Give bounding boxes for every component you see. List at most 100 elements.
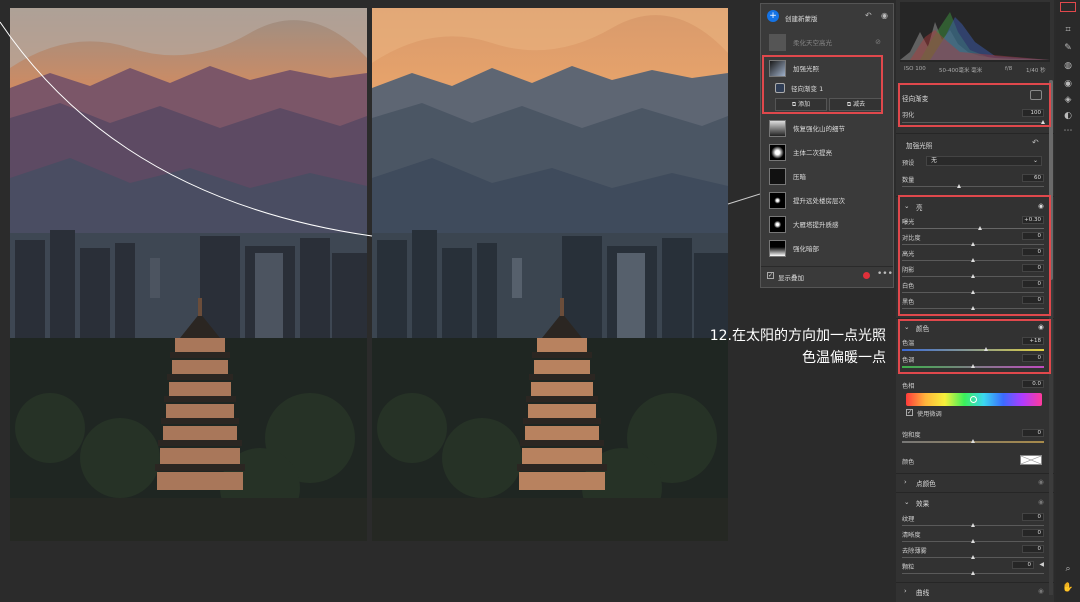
- eye-icon[interactable]: ◉: [881, 11, 888, 20]
- clarity-row: 清晰度 0: [902, 529, 1044, 539]
- amount-row: 数量 60: [902, 174, 1044, 184]
- preset-select[interactable]: 无 ⌄: [926, 156, 1042, 166]
- grain-slider[interactable]: [902, 571, 1044, 575]
- mask-layer-label: 大雁塔提升质感: [793, 221, 839, 229]
- masking-icon[interactable]: ◍: [1062, 60, 1074, 72]
- eye-icon[interactable]: ◉: [1038, 478, 1044, 486]
- slider-knob[interactable]: [971, 539, 975, 543]
- hue-row: 色相 0.0: [902, 380, 1044, 390]
- triangle-icon[interactable]: ◀: [1039, 561, 1044, 568]
- more-icon[interactable]: ⋯: [1062, 125, 1074, 137]
- texture-slider[interactable]: [902, 523, 1044, 527]
- overlay-color-swatch[interactable]: [863, 272, 870, 279]
- mask-thumbnail: [769, 143, 786, 161]
- mask-layer-item[interactable]: 柔化天空高光 ⊘: [763, 31, 891, 53]
- mask-layer-label: 柔化天空高光: [793, 39, 832, 47]
- mask-thumbnail: [769, 119, 786, 137]
- color-label: 颜色: [902, 459, 915, 466]
- snapshot-icon[interactable]: ◐: [1062, 110, 1074, 122]
- hue-label: 色相: [902, 383, 915, 390]
- saturation-slider[interactable]: [902, 439, 1044, 443]
- slider-knob[interactable]: [971, 571, 975, 575]
- effects-section-header[interactable]: ⌄ 效果 ◉: [896, 498, 1048, 512]
- presets-icon[interactable]: ◈: [1062, 94, 1074, 106]
- eye-icon[interactable]: ◉: [1038, 498, 1044, 506]
- zoom-icon[interactable]: ⌕: [1062, 563, 1074, 575]
- mask-name: 加强光照: [906, 142, 933, 150]
- highlight-frame: [898, 83, 1051, 127]
- show-overlay-checkbox[interactable]: ✓: [767, 272, 774, 279]
- mask-layer-item[interactable]: 主体二次提亮: [763, 141, 891, 163]
- preset-label: 预设: [902, 160, 915, 167]
- grain-value[interactable]: 0: [1012, 561, 1034, 569]
- color-swatch[interactable]: [1020, 455, 1042, 465]
- slider-knob[interactable]: [971, 523, 975, 527]
- chevron-down-icon: ⌄: [904, 498, 910, 506]
- clarity-slider[interactable]: [902, 539, 1044, 543]
- histogram-toggle-icon[interactable]: [1060, 2, 1076, 12]
- curve-section-header[interactable]: › 曲线 ◉: [896, 587, 1048, 601]
- histogram: [900, 2, 1050, 62]
- texture-row: 纹理 0: [902, 513, 1044, 523]
- dehaze-value[interactable]: 0: [1022, 545, 1044, 553]
- undo-icon[interactable]: ↶: [865, 11, 872, 20]
- more-options-icon[interactable]: •••: [877, 269, 893, 279]
- exif-fstop: f/8: [1005, 66, 1013, 72]
- mask-thumbnail: [769, 239, 786, 257]
- amount-slider[interactable]: [902, 184, 1044, 188]
- mask-thumbnail: [769, 215, 786, 233]
- texture-value[interactable]: 0: [1022, 513, 1044, 521]
- amount-value[interactable]: 60: [1022, 174, 1044, 182]
- clarity-label: 清晰度: [902, 532, 921, 539]
- clarity-value[interactable]: 0: [1022, 529, 1044, 537]
- brush-icon[interactable]: ✎: [1062, 42, 1074, 54]
- exif-shutter: 1/40 秒: [1026, 68, 1046, 74]
- saturation-value[interactable]: 0: [1022, 429, 1044, 437]
- hand-icon[interactable]: ✋: [1062, 582, 1074, 594]
- chevron-right-icon: ›: [904, 587, 907, 595]
- mask-thumbnail: [769, 191, 786, 209]
- slider-knob[interactable]: [971, 439, 975, 443]
- create-mask-plus-icon[interactable]: +: [767, 10, 779, 22]
- redeye-icon[interactable]: ◉: [1062, 78, 1074, 90]
- divider: [761, 266, 893, 267]
- highlight-frame: [762, 55, 883, 114]
- mask-layer-item[interactable]: 大雁塔提升质感: [763, 213, 891, 235]
- use-fine-checkbox[interactable]: ✓: [906, 409, 913, 416]
- slider-knob[interactable]: [971, 555, 975, 559]
- dehaze-row: 去除薄雾 0: [902, 545, 1044, 555]
- exif-iso: ISO 100: [904, 66, 926, 72]
- mask-thumbnail: [769, 33, 786, 51]
- eye-icon[interactable]: ◉: [1038, 587, 1044, 595]
- create-mask-label[interactable]: 创建新蒙版: [785, 13, 818, 23]
- saturation-row: 饱和度 0: [902, 429, 1044, 439]
- chevron-down-icon: ⌄: [1032, 157, 1038, 164]
- mask-layer-item[interactable]: 恢复强化山的细节: [763, 117, 891, 139]
- effects-title: 效果: [916, 500, 930, 508]
- point-color-section-header[interactable]: › 点颜色 ◉: [896, 478, 1048, 492]
- dehaze-slider[interactable]: [902, 555, 1044, 559]
- hue-value[interactable]: 0.0: [1022, 380, 1044, 388]
- caption-line-2: 色温偏暖一点: [802, 350, 886, 366]
- grain-row: 颗粒 0 ◀: [902, 561, 1044, 571]
- use-fine-label: 使用微调: [917, 411, 942, 418]
- texture-label: 纹理: [902, 516, 915, 523]
- radial-gradient-guide[interactable]: [0, 0, 760, 260]
- hue-handle[interactable]: [970, 396, 977, 403]
- mask-thumbnail: [769, 167, 786, 185]
- mask-layer-label: 压暗: [793, 173, 806, 181]
- mask-layer-item[interactable]: 压暗: [763, 165, 891, 187]
- mask-layer-item[interactable]: 强化暗部: [763, 237, 891, 259]
- reset-icon[interactable]: ↶: [1032, 138, 1039, 147]
- grain-label: 颗粒: [902, 564, 915, 571]
- masks-panel: + 创建新蒙版 ↶ ◉ 柔化天空高光 ⊘ 加强光照 径向渐变 1 ⧉ 添加 ⧉ …: [760, 3, 894, 288]
- preset-value: 无: [931, 157, 938, 164]
- hidden-eye-icon[interactable]: ⊘: [875, 38, 881, 46]
- hue-bar[interactable]: [906, 393, 1042, 406]
- slider-knob[interactable]: [956, 184, 961, 188]
- caption-line-1: 12.在太阳的方向加一点光照: [709, 328, 886, 344]
- dehaze-label: 去除薄雾: [902, 548, 927, 555]
- highlight-frame: [898, 195, 1051, 316]
- crop-icon[interactable]: ⌗: [1062, 24, 1074, 36]
- mask-layer-item[interactable]: 提升远处楼房层次: [763, 189, 891, 211]
